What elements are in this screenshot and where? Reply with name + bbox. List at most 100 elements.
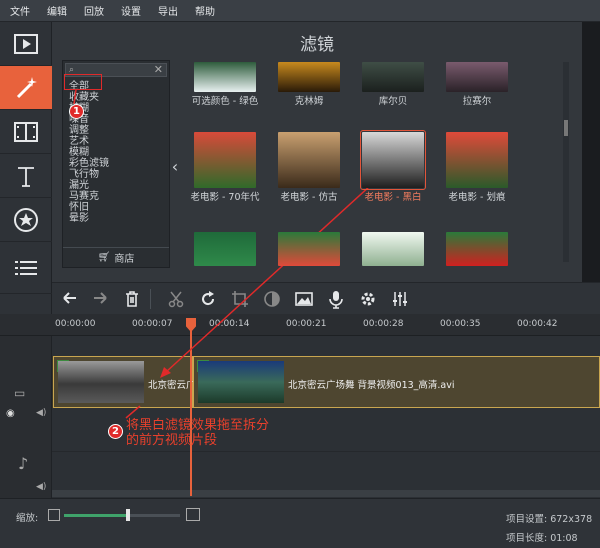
filter-thumbnail[interactable] (446, 132, 508, 188)
redo-button[interactable] (88, 287, 112, 311)
category-item[interactable]: 飞行物 (69, 169, 99, 180)
magic-wand-icon (16, 76, 37, 98)
clip-thumbnail (198, 361, 284, 403)
menu-playback[interactable]: 回放 (84, 3, 104, 18)
project-settings: 项目设置: 672x378 (506, 514, 593, 525)
clip-thumbnail (58, 361, 144, 403)
shop-button[interactable]: 🛒︎ 商店 (63, 247, 169, 267)
color-adjust-icon (264, 291, 280, 307)
equalizer-button[interactable] (388, 287, 412, 311)
filter-thumbnail[interactable] (278, 132, 340, 188)
edit-toolbar (52, 282, 600, 314)
menu-export[interactable]: 导出 (158, 3, 178, 18)
category-item[interactable]: 晕影 (69, 213, 89, 224)
audio-volume-icon[interactable]: ◀) (36, 482, 46, 492)
crop-icon (232, 291, 248, 307)
filter-thumbnail[interactable] (278, 232, 340, 266)
visibility-eye-icon[interactable]: ◉ (6, 408, 15, 419)
category-list: ⌕ ✕ 全部 收藏夹 模糊 噪音 调整 艺术 模糊 彩色滤镜 飞行物 漏光 马赛… (62, 60, 170, 268)
video-clip[interactable]: ★ 北京密云广场舞 背景视频013_高清.avi (193, 356, 600, 408)
filters-button[interactable] (0, 66, 52, 110)
filter-label: 拉赛尔 (462, 96, 492, 107)
playhead[interactable] (190, 318, 192, 496)
filter-scrollbar[interactable] (563, 62, 569, 262)
instruction-line-2: 的前方视频片段 (126, 433, 218, 448)
step-badge-2: 2 (108, 424, 123, 439)
timeline-ruler[interactable]: 00:00:00 00:00:07 00:00:14 00:00:21 00:00:28… (0, 314, 600, 336)
category-item[interactable]: 马赛克 (69, 191, 99, 202)
clear-search-icon[interactable]: ✕ (154, 63, 163, 76)
undo-icon (63, 292, 76, 304)
ruler-tick-label: 00:00:21 (286, 319, 327, 329)
filter-thumbnail[interactable] (362, 62, 424, 92)
collapse-panel-icon[interactable]: ‹ (168, 155, 182, 177)
menu-file[interactable]: 文件 (10, 3, 30, 18)
filter-label: 老电影 - 70年代 (190, 192, 260, 203)
crop-button[interactable] (228, 287, 252, 311)
filter-thumbnail[interactable] (446, 62, 508, 92)
filter-thumbnail[interactable] (194, 232, 256, 266)
filter-thumbnail[interactable] (278, 62, 340, 92)
ruler-tick-label: 00:00:07 (132, 319, 173, 329)
filter-thumbnail[interactable] (194, 62, 256, 92)
instruction-line-1: 将黑白滤镜效果拖至拆分 (126, 418, 270, 433)
rotate-button[interactable] (196, 287, 220, 311)
category-item[interactable]: 怀旧 (69, 202, 89, 213)
category-item[interactable]: 艺术 (69, 136, 89, 147)
left-toolbar (0, 22, 52, 314)
film-import-icon (14, 33, 38, 54)
color-adjust-button[interactable] (260, 287, 284, 311)
instruction-text: 将黑白滤镜效果拖至拆分 的前方视频片段 (126, 418, 269, 448)
import-media-button[interactable] (0, 22, 52, 66)
titles-button[interactable] (0, 154, 52, 198)
category-item[interactable]: 收藏夹 (69, 92, 99, 103)
category-item[interactable]: 彩色滤镜 (69, 158, 109, 169)
category-item[interactable]: 漏光 (69, 180, 89, 191)
split-button[interactable] (164, 287, 188, 311)
gear-icon (361, 292, 375, 306)
record-audio-button[interactable] (324, 287, 348, 311)
sticker-star-icon (14, 207, 38, 232)
filter-label: 老电影 - 黑白 (364, 192, 422, 203)
timeline-scrollbar[interactable] (52, 490, 600, 497)
delete-button[interactable] (120, 287, 144, 311)
filter-thumbnail[interactable] (194, 132, 256, 188)
ruler-tick-label: 00:00:42 (517, 319, 558, 329)
filter-label: 老电影 - 仿古 (280, 192, 338, 203)
ruler-tick-label: 00:00:00 (55, 319, 96, 329)
scissors-icon (168, 291, 184, 308)
zoom-slider-fill (64, 514, 128, 517)
clip-settings-button[interactable] (356, 287, 380, 311)
video-track-icon: ▭ (14, 386, 26, 400)
zoom-in-icon[interactable] (186, 508, 200, 521)
preview-window (582, 22, 600, 282)
image-icon (295, 292, 313, 306)
filter-scrollbar-thumb[interactable] (564, 120, 568, 136)
zoom-slider-knob[interactable] (125, 509, 130, 521)
undo-button[interactable] (58, 287, 82, 311)
filter-thumbnail[interactable] (360, 130, 426, 190)
category-item[interactable]: 模糊 (69, 147, 89, 158)
trash-icon (126, 291, 138, 307)
project-length: 项目长度: 01:08 (506, 533, 578, 544)
panel-title: 滤镜 (300, 35, 334, 55)
image-button[interactable] (292, 287, 316, 311)
filter-thumbnail[interactable] (446, 232, 508, 266)
menu-settings[interactable]: 设置 (121, 3, 141, 18)
category-item[interactable]: 调整 (69, 125, 89, 136)
audio-track[interactable] (52, 452, 600, 492)
rotate-icon (202, 291, 215, 306)
video-clip[interactable]: ★ 北京密云广 (53, 356, 196, 408)
film-transition-icon (14, 121, 38, 142)
filter-thumbnail[interactable] (362, 232, 424, 266)
toolbar-divider (150, 289, 151, 309)
transitions-button[interactable] (0, 110, 52, 154)
ruler-tick-label: 00:00:35 (440, 319, 481, 329)
stickers-button[interactable] (0, 198, 52, 242)
menu-edit[interactable]: 编辑 (47, 3, 67, 18)
more-tools-button[interactable] (0, 242, 52, 294)
track-volume-icon[interactable]: ◀) (36, 408, 46, 418)
step-badge-1: 1 (69, 104, 84, 119)
zoom-out-icon[interactable] (48, 509, 60, 521)
menu-help[interactable]: 帮助 (195, 3, 215, 18)
